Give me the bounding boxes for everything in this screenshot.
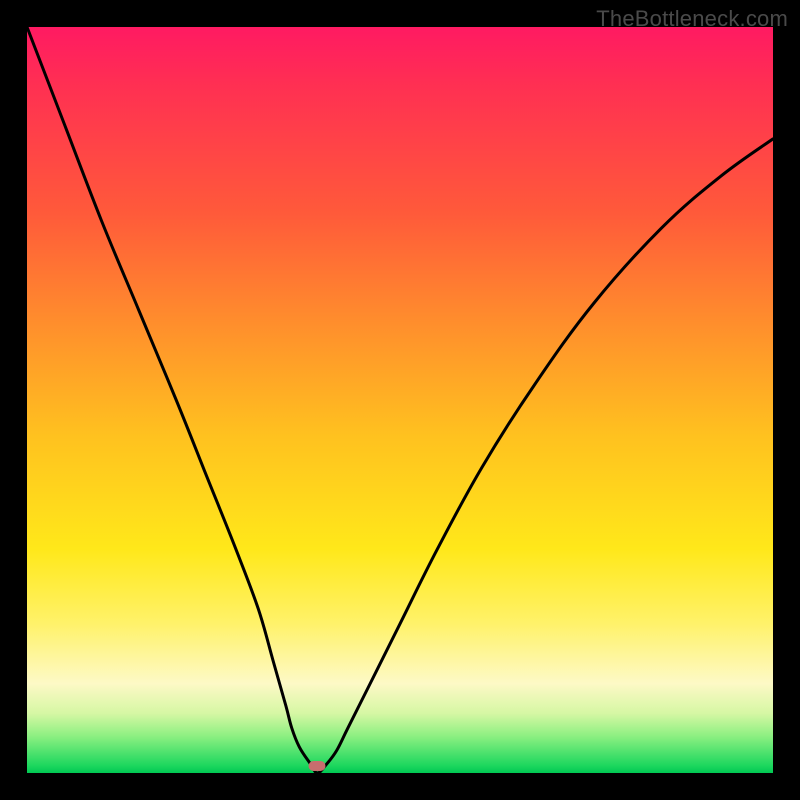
minimum-marker	[309, 761, 326, 771]
bottleneck-curve	[27, 27, 773, 773]
watermark-text: TheBottleneck.com	[596, 6, 788, 32]
plot-area	[27, 27, 773, 773]
chart-frame: TheBottleneck.com	[0, 0, 800, 800]
